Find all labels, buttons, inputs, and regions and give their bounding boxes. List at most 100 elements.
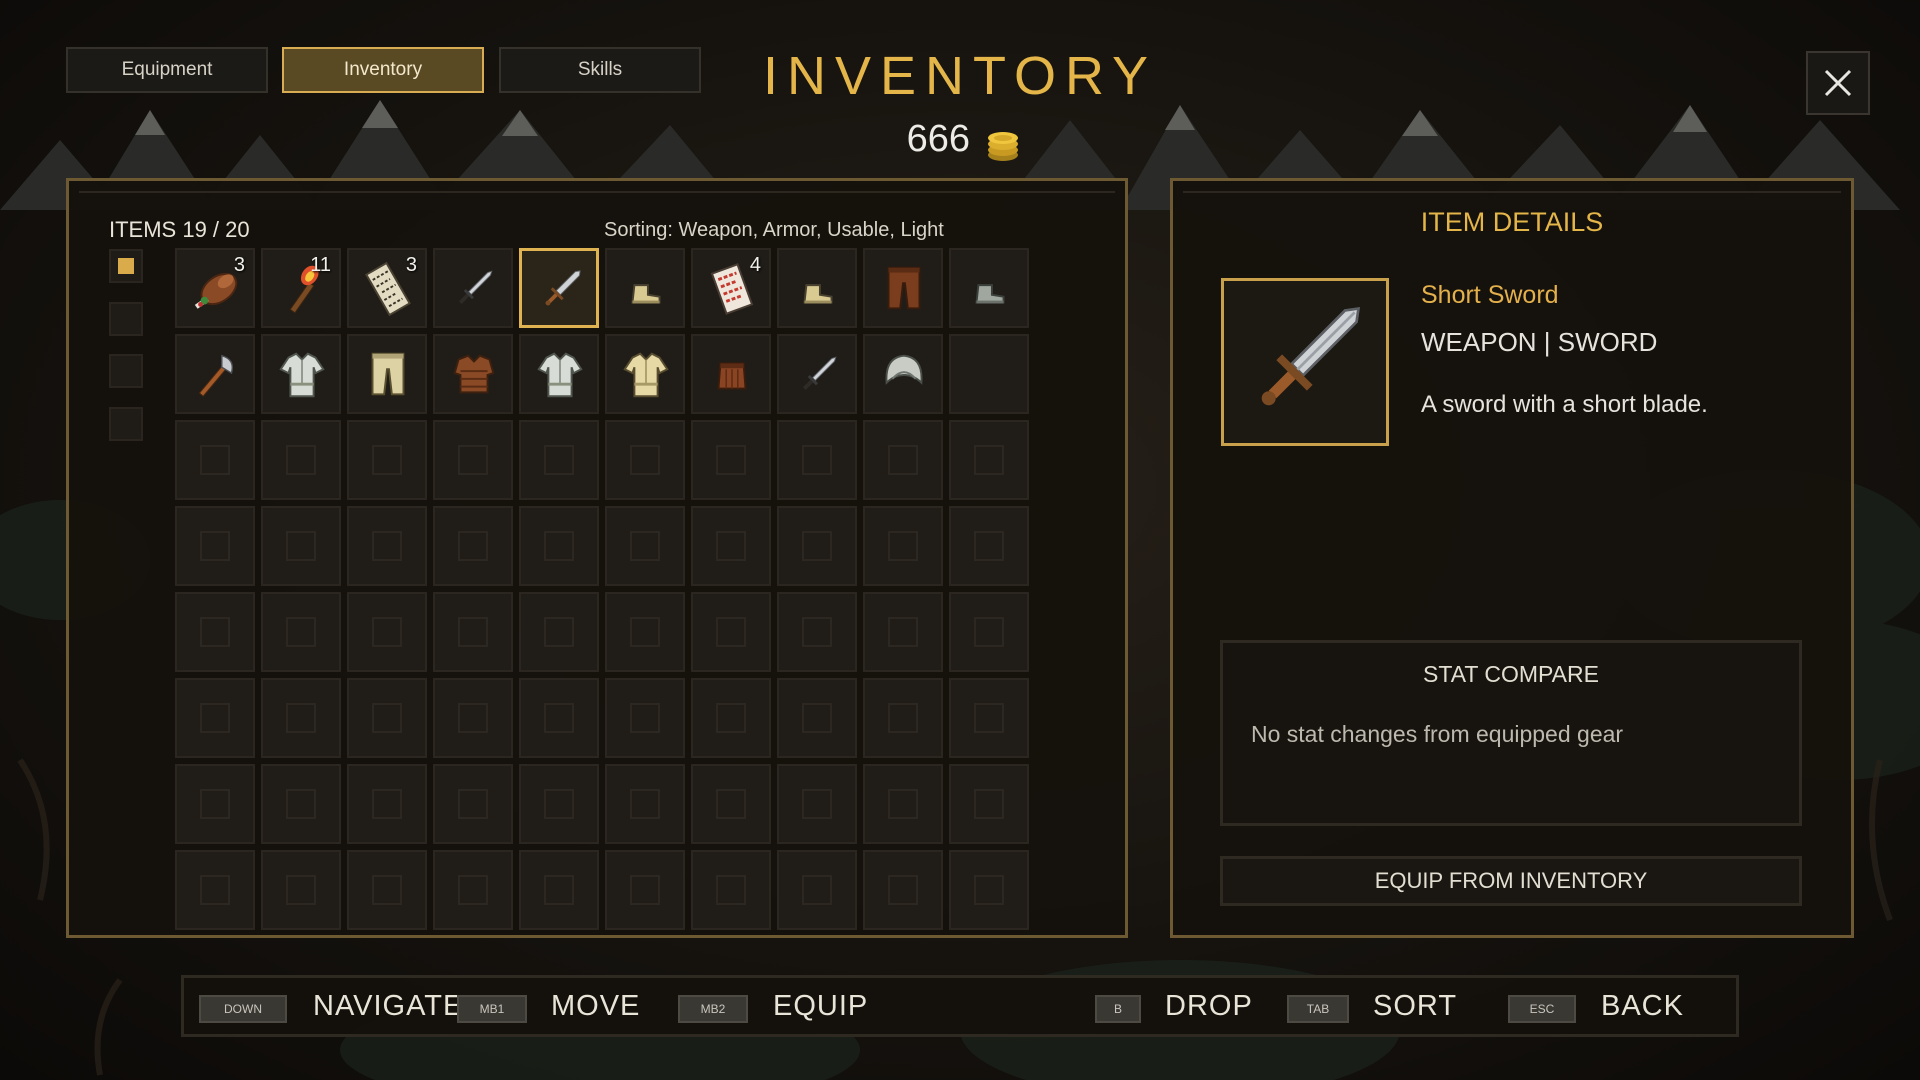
inventory-slot[interactable] (433, 248, 513, 328)
empty-slot[interactable] (777, 420, 857, 500)
tab-skills[interactable]: Skills (499, 47, 701, 93)
empty-slot[interactable] (949, 420, 1029, 500)
empty-slot[interactable] (605, 506, 685, 586)
inventory-slot[interactable]: 4 (691, 248, 771, 328)
empty-slot[interactable] (863, 678, 943, 758)
empty-slot[interactable] (949, 764, 1029, 844)
empty-slot[interactable] (691, 764, 771, 844)
empty-slot[interactable] (863, 420, 943, 500)
empty-slot[interactable] (519, 506, 599, 586)
inventory-slot[interactable] (949, 334, 1029, 414)
empty-slot[interactable] (175, 506, 255, 586)
filter-button-2[interactable] (109, 302, 143, 336)
hint-drop: DROP (1165, 990, 1253, 1022)
inventory-slot[interactable] (691, 334, 771, 414)
empty-slot[interactable] (347, 506, 427, 586)
empty-slot[interactable] (777, 678, 857, 758)
inventory-slot[interactable]: 11 (261, 248, 341, 328)
empty-slot[interactable] (347, 764, 427, 844)
stack-count: 3 (233, 254, 245, 276)
empty-slot[interactable] (433, 850, 513, 930)
item-description: A sword with a short blade. (1421, 391, 1708, 418)
empty-slot[interactable] (175, 850, 255, 930)
inventory-slot[interactable] (175, 334, 255, 414)
empty-slot[interactable] (777, 764, 857, 844)
empty-slot[interactable] (261, 850, 341, 930)
empty-slot[interactable] (605, 678, 685, 758)
empty-slot[interactable] (347, 420, 427, 500)
hood-icon (885, 354, 923, 385)
empty-slot[interactable] (949, 506, 1029, 586)
empty-slot[interactable] (433, 506, 513, 586)
inventory-slot[interactable]: 3 (175, 248, 255, 328)
empty-slot[interactable] (433, 678, 513, 758)
tab-inventory[interactable]: Inventory (282, 47, 484, 93)
empty-slot[interactable] (347, 592, 427, 672)
sorting-label[interactable]: Sorting: Weapon, Armor, Usable, Light (604, 219, 944, 242)
empty-slot[interactable] (605, 850, 685, 930)
empty-slot[interactable] (519, 678, 599, 758)
empty-slot[interactable] (691, 678, 771, 758)
empty-slot[interactable] (777, 850, 857, 930)
empty-slot[interactable] (261, 678, 341, 758)
inventory-slot[interactable] (777, 334, 857, 414)
empty-slot[interactable] (175, 678, 255, 758)
empty-slot[interactable] (433, 764, 513, 844)
empty-slot[interactable] (691, 592, 771, 672)
inventory-slot[interactable] (261, 334, 341, 414)
inventory-slot[interactable] (605, 334, 685, 414)
close-button[interactable] (1806, 51, 1870, 115)
inventory-slot[interactable] (949, 248, 1029, 328)
empty-slot[interactable] (949, 678, 1029, 758)
inventory-slot[interactable] (863, 334, 943, 414)
empty-slot[interactable] (863, 764, 943, 844)
inventory-slot[interactable] (433, 334, 513, 414)
key-tab: TAB (1287, 995, 1349, 1023)
empty-slot[interactable] (777, 506, 857, 586)
inventory-grid: 3 11 3 4 (175, 248, 1029, 930)
empty-slot[interactable] (605, 764, 685, 844)
inventory-slot[interactable] (863, 248, 943, 328)
filter-button-3[interactable] (109, 354, 143, 388)
empty-slot[interactable] (347, 678, 427, 758)
inventory-slot[interactable] (347, 334, 427, 414)
empty-slot[interactable] (261, 764, 341, 844)
inventory-slot[interactable] (777, 248, 857, 328)
empty-slot[interactable] (605, 592, 685, 672)
empty-slot[interactable] (949, 850, 1029, 930)
empty-slot[interactable] (949, 592, 1029, 672)
hint-equip: EQUIP (773, 990, 869, 1022)
empty-slot[interactable] (175, 764, 255, 844)
empty-slot[interactable] (777, 592, 857, 672)
empty-slot[interactable] (691, 420, 771, 500)
hint-sort: SORT (1373, 990, 1458, 1022)
empty-slot[interactable] (261, 506, 341, 586)
inventory-slot[interactable] (605, 248, 685, 328)
empty-slot[interactable] (863, 592, 943, 672)
empty-slot[interactable] (433, 592, 513, 672)
page-title: INVENTORY (762, 46, 1158, 106)
empty-slot[interactable] (347, 850, 427, 930)
empty-slot[interactable] (433, 420, 513, 500)
panel-divider (79, 191, 1115, 193)
filter-button-4[interactable] (109, 407, 143, 441)
empty-slot[interactable] (175, 420, 255, 500)
equip-from-inventory-button[interactable]: EQUIP FROM INVENTORY (1220, 856, 1802, 906)
empty-slot[interactable] (519, 850, 599, 930)
tab-equipment[interactable]: Equipment (66, 47, 268, 93)
empty-slot[interactable] (261, 420, 341, 500)
empty-slot[interactable] (175, 592, 255, 672)
inventory-slot[interactable]: 3 (347, 248, 427, 328)
inventory-slot[interactable] (519, 248, 599, 328)
empty-slot[interactable] (261, 592, 341, 672)
empty-slot[interactable] (691, 850, 771, 930)
filter-button-1[interactable] (109, 249, 143, 283)
empty-slot[interactable] (863, 506, 943, 586)
empty-slot[interactable] (519, 592, 599, 672)
empty-slot[interactable] (605, 420, 685, 500)
inventory-slot[interactable] (519, 334, 599, 414)
empty-slot[interactable] (519, 420, 599, 500)
empty-slot[interactable] (863, 850, 943, 930)
empty-slot[interactable] (691, 506, 771, 586)
empty-slot[interactable] (519, 764, 599, 844)
